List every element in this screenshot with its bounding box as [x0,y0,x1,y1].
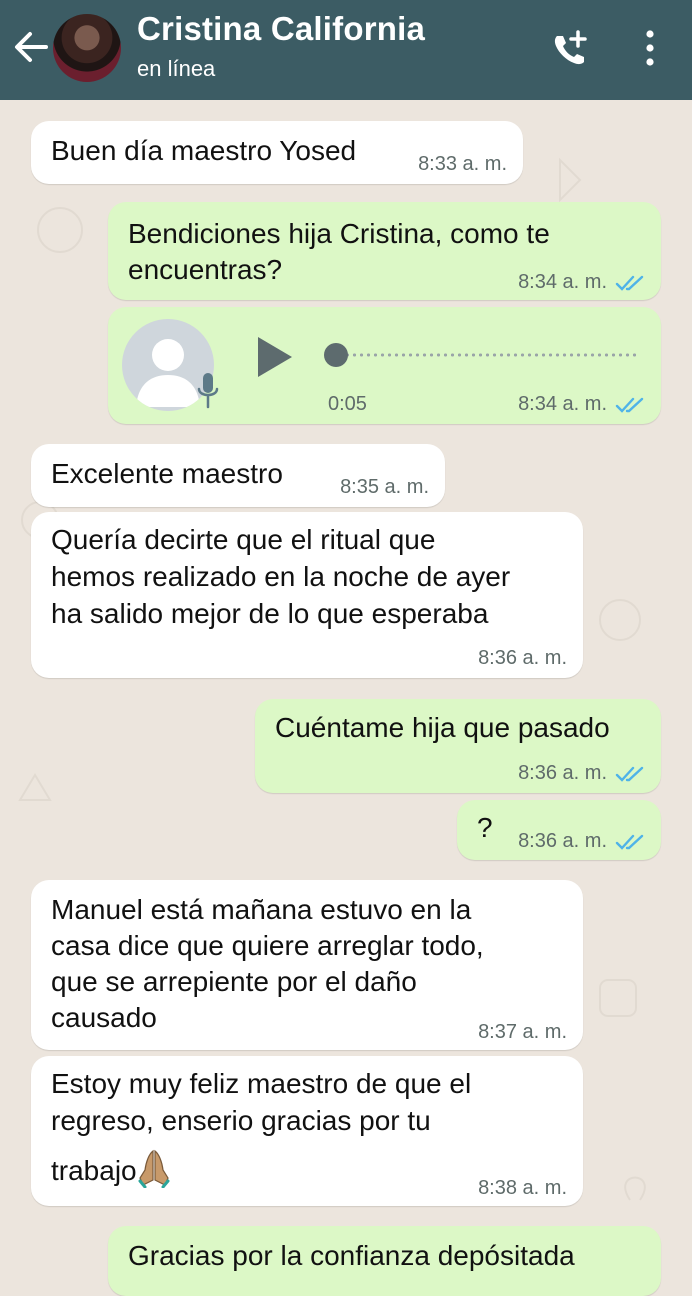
message-bubble-incoming[interactable]: Excelente maestro 8:35 a. m. [31,444,445,507]
message-meta: 8:36 a. m. [478,647,567,670]
message-text-line: Quería decirte que el ritual que [51,524,436,555]
message-meta: 8:33 a. m. [418,153,507,176]
folded-hands-emoji-icon [138,1149,170,1188]
message-text-line: causado [51,1002,157,1033]
message-text-line: Bendiciones hija Cristina, como te [128,218,550,249]
message-bubble-incoming[interactable]: Manuel está mañana estuvo en la casa dic… [31,880,583,1050]
message-text-line: ha salido mejor de lo que esperaba [51,598,489,629]
message-text-line: Manuel está mañana estuvo en la [51,894,472,925]
microphone-icon [197,373,219,409]
message-text-line: encuentras? [128,254,283,285]
message-time: 8:34 a. m. [518,271,607,293]
message-bubble-incoming[interactable]: Estoy muy feliz maestro de que el regres… [31,1056,583,1206]
read-ticks-icon [615,766,644,782]
contact-status: en línea [137,56,216,81]
message-text: Gracias por la confianza depósitada [128,1240,575,1271]
message-text-line: que se arrepiente por el daño [51,966,417,997]
message-bubble-incoming[interactable]: Quería decirte que el ritual que hemos r… [31,512,583,678]
message-meta: 8:35 a. m. [340,476,429,499]
message-text: Excelente maestro [51,458,283,489]
message-bubble-outgoing[interactable]: Cuéntame hija que pasado 8:36 a. m. [255,699,661,793]
message-bubble-outgoing[interactable]: ? 8:36 a. m. [457,800,661,860]
message-text-line: Estoy muy feliz maestro de que el [51,1068,472,1099]
voice-duration: 0:05 [328,393,367,415]
message-meta: 8:36 a. m. [518,762,645,785]
message-meta: 8:34 a. m. [518,393,645,416]
voice-message-bubble[interactable]: 0:05 8:34 a. m. [108,307,661,424]
message-time: 8:36 a. m. [478,647,567,669]
message-time: 8:34 a. m. [518,393,607,415]
message-time: 8:33 a. m. [418,153,507,175]
message-text: Buen día maestro Yosed [51,135,357,166]
add-call-icon[interactable] [548,28,592,72]
message-text-line: regreso, enserio gracias por tu [51,1105,431,1136]
message-time: 8:36 a. m. [518,762,607,784]
message-text-line: casa dice que quiere arreglar todo, [51,930,484,961]
message-meta: 8:38 a. m. [478,1177,567,1200]
message-text-fragment: trabajo [51,1155,137,1186]
chat-header: Cristina California en línea [0,0,692,100]
read-ticks-icon [615,397,644,413]
audio-progress-knob[interactable] [324,343,348,367]
contact-name[interactable]: Cristina California [137,10,425,48]
read-ticks-icon [615,275,644,291]
audio-progress-track[interactable] [330,353,640,357]
more-options-icon[interactable] [642,30,658,66]
message-time: 8:36 a. m. [518,830,607,852]
message-bubble-incoming[interactable]: Buen día maestro Yosed 8:33 a. m. [31,121,523,184]
message-text-line: hemos realizado en la noche de ayer [51,561,511,592]
message-bubble-outgoing[interactable]: Gracias por la confianza depósitada [108,1226,661,1296]
back-arrow-icon[interactable] [10,26,52,68]
play-icon[interactable] [254,335,294,379]
message-text: ? [477,812,493,843]
message-time: 8:38 a. m. [478,1177,567,1199]
read-ticks-icon [615,834,644,850]
message-meta: 8:34 a. m. [518,271,645,294]
message-text: Cuéntame hija que pasado [275,712,610,743]
message-text-line: trabajo [51,1148,171,1189]
message-meta: 8:36 a. m. [518,830,645,853]
contact-avatar[interactable] [53,14,121,82]
message-bubble-outgoing[interactable]: Bendiciones hija Cristina, como te encue… [108,202,661,300]
message-meta: 8:37 a. m. [478,1021,567,1044]
chat-area[interactable]: Buen día maestro Yosed 8:33 a. m. Bendic… [0,100,692,1296]
message-time: 8:37 a. m. [478,1021,567,1043]
message-time: 8:35 a. m. [340,476,429,498]
